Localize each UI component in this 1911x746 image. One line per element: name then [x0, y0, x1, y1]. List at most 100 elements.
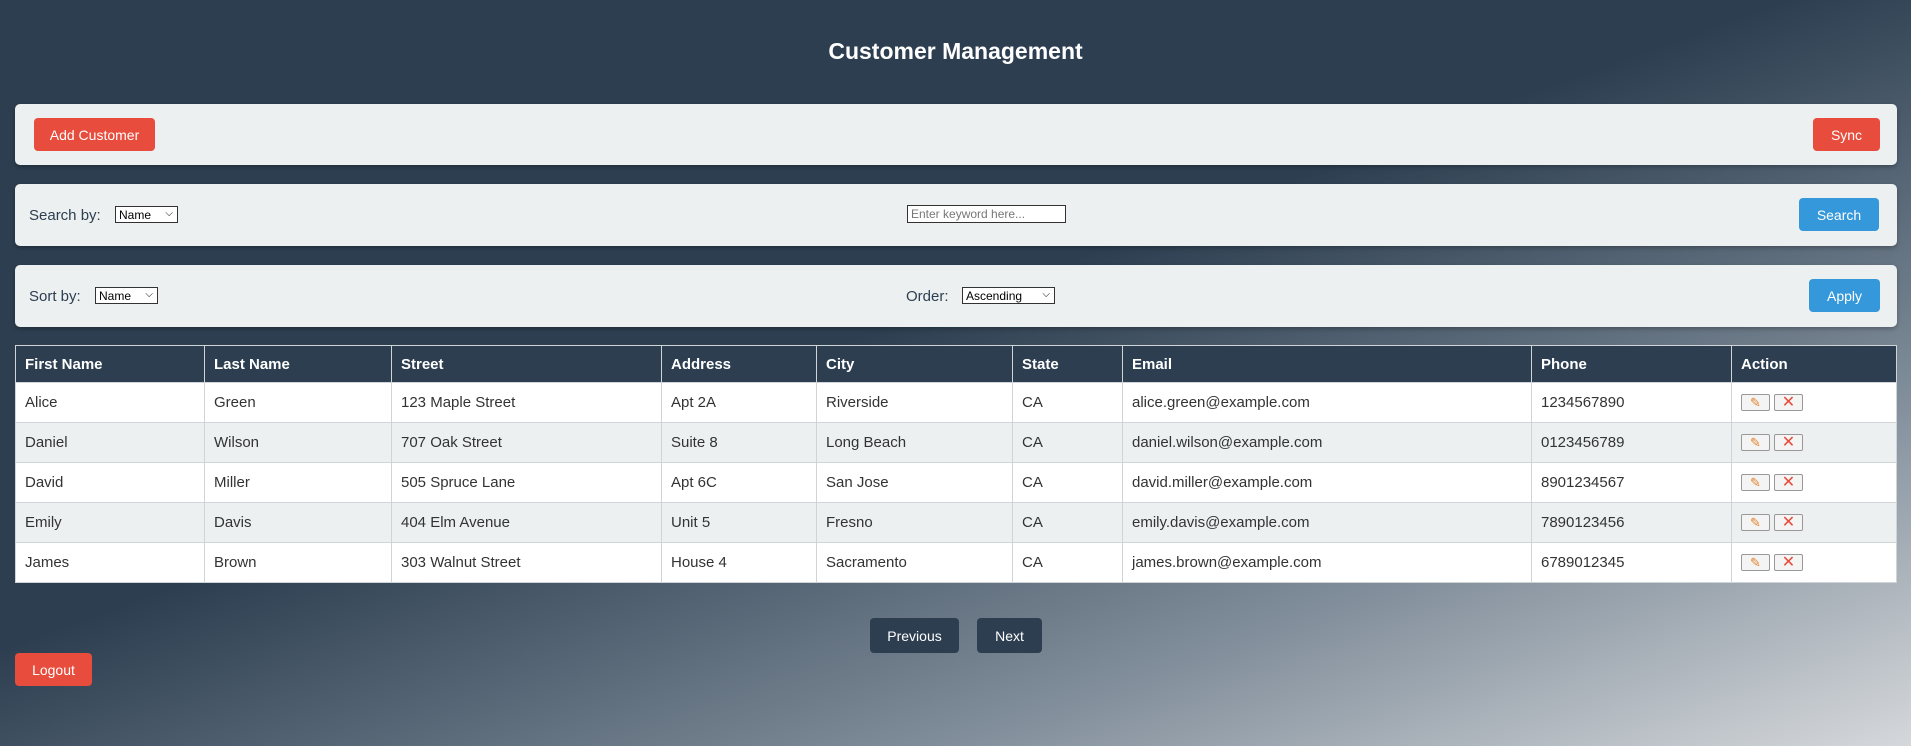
order-value: Ascending — [966, 288, 1023, 303]
pencil-icon: ✎ — [1750, 515, 1761, 531]
edit-button[interactable]: ✎ — [1741, 394, 1770, 412]
cell-last-name: Miller — [204, 462, 392, 503]
pencil-icon: ✎ — [1750, 475, 1761, 491]
col-header-email[interactable]: Email — [1122, 345, 1532, 383]
cell-email: daniel.wilson@example.com — [1122, 422, 1532, 463]
cell-last-name: Brown — [204, 542, 392, 583]
search-by-label: Search by: — [29, 207, 101, 224]
cell-first-name: David — [15, 462, 205, 503]
delete-button[interactable]: ✕ — [1774, 474, 1803, 492]
table-row: James Brown 303 Walnut Street House 4 Sa… — [15, 542, 1897, 583]
cell-email: emily.davis@example.com — [1122, 502, 1532, 543]
cell-email: david.miller@example.com — [1122, 462, 1532, 503]
cell-address: Unit 5 — [661, 502, 817, 543]
cell-first-name: Daniel — [15, 422, 205, 463]
cell-action: ✎ ✕ — [1731, 542, 1897, 583]
cell-last-name: Davis — [204, 502, 392, 543]
cell-action: ✎ ✕ — [1731, 502, 1897, 543]
cell-state: CA — [1012, 502, 1123, 543]
col-header-address[interactable]: Address — [661, 345, 817, 383]
cell-street: 707 Oak Street — [391, 422, 662, 463]
cell-address: Apt 2A — [661, 382, 817, 423]
table-row: Daniel Wilson 707 Oak Street Suite 8 Lon… — [15, 422, 1897, 463]
sync-button[interactable]: Sync — [1813, 118, 1880, 151]
cell-street: 404 Elm Avenue — [391, 502, 662, 543]
cell-last-name: Green — [204, 382, 392, 423]
close-icon: ✕ — [1781, 513, 1796, 531]
cell-phone: 1234567890 — [1531, 382, 1732, 423]
cell-phone: 8901234567 — [1531, 462, 1732, 503]
col-header-phone[interactable]: Phone — [1531, 345, 1732, 383]
cell-street: 505 Spruce Lane — [391, 462, 662, 503]
logout-button[interactable]: Logout — [15, 653, 92, 686]
cell-city: Fresno — [816, 502, 1013, 543]
cell-street: 303 Walnut Street — [391, 542, 662, 583]
cell-email: alice.green@example.com — [1122, 382, 1532, 423]
cell-action: ✎ ✕ — [1731, 382, 1897, 423]
cell-city: Riverside — [816, 382, 1013, 423]
cell-first-name: James — [15, 542, 205, 583]
col-header-first-name[interactable]: First Name — [15, 345, 205, 383]
cell-street: 123 Maple Street — [391, 382, 662, 423]
cell-phone: 6789012345 — [1531, 542, 1732, 583]
delete-button[interactable]: ✕ — [1774, 513, 1803, 532]
cell-phone: 0123456789 — [1531, 422, 1732, 463]
col-header-street[interactable]: Street — [391, 345, 662, 383]
cell-last-name: Wilson — [204, 422, 392, 463]
pencil-icon: ✎ — [1750, 555, 1761, 571]
close-icon: ✕ — [1781, 433, 1796, 451]
previous-page-button[interactable]: Previous — [870, 618, 959, 653]
cell-state: CA — [1012, 462, 1123, 503]
cell-action: ✎ ✕ — [1731, 462, 1897, 503]
table-row: Emily Davis 404 Elm Avenue Unit 5 Fresno… — [15, 502, 1897, 543]
edit-button[interactable]: ✎ — [1741, 474, 1770, 492]
search-field-select[interactable]: Name ⌵ — [115, 206, 178, 223]
edit-button[interactable]: ✎ — [1741, 554, 1770, 572]
col-header-city[interactable]: City — [816, 345, 1013, 383]
apply-button[interactable]: Apply — [1809, 279, 1880, 312]
search-button[interactable]: Search — [1799, 198, 1879, 231]
pencil-icon: ✎ — [1750, 435, 1761, 451]
order-label: Order: — [906, 288, 949, 305]
delete-button[interactable]: ✕ — [1774, 393, 1803, 412]
cell-state: CA — [1012, 542, 1123, 583]
cell-phone: 7890123456 — [1531, 502, 1732, 543]
chevron-down-icon: ⌵ — [165, 208, 173, 219]
cell-city: Long Beach — [816, 422, 1013, 463]
table-header-row: First Name Last Name Street Address City… — [15, 345, 1897, 383]
chevron-down-icon: ⌵ — [1042, 289, 1050, 300]
sort-field-select[interactable]: Name ⌵ — [95, 287, 158, 304]
order-select[interactable]: Ascending ⌵ — [962, 287, 1055, 304]
col-header-last-name[interactable]: Last Name — [204, 345, 392, 383]
search-input[interactable]: Enter keyword here... — [907, 205, 1066, 223]
cell-address: Apt 6C — [661, 462, 817, 503]
col-header-state[interactable]: State — [1012, 345, 1123, 383]
edit-button[interactable]: ✎ — [1741, 434, 1770, 452]
delete-button[interactable]: ✕ — [1774, 433, 1803, 452]
table-row: David Miller 505 Spruce Lane Apt 6C San … — [15, 462, 1897, 503]
sort-by-label: Sort by: — [29, 288, 81, 305]
next-page-button[interactable]: Next — [977, 618, 1042, 653]
add-customer-button[interactable]: Add Customer — [34, 118, 155, 151]
cell-city: San Jose — [816, 462, 1013, 503]
edit-button[interactable]: ✎ — [1741, 514, 1770, 532]
chevron-down-icon: ⌵ — [145, 289, 153, 300]
close-icon: ✕ — [1781, 553, 1796, 571]
cell-address: House 4 — [661, 542, 817, 583]
search-bar: Search by: Name ⌵ Enter keyword here... … — [15, 184, 1897, 246]
cell-state: CA — [1012, 422, 1123, 463]
delete-button[interactable]: ✕ — [1774, 553, 1803, 572]
cell-address: Suite 8 — [661, 422, 817, 463]
table-row: Alice Green 123 Maple Street Apt 2A Rive… — [15, 382, 1897, 423]
cell-city: Sacramento — [816, 542, 1013, 583]
page-title: Customer Management — [828, 38, 1083, 64]
pencil-icon: ✎ — [1750, 395, 1761, 411]
search-field-value: Name — [119, 207, 152, 222]
sort-field-value: Name — [99, 288, 132, 303]
cell-state: CA — [1012, 382, 1123, 423]
cell-email: james.brown@example.com — [1122, 542, 1532, 583]
close-icon: ✕ — [1781, 393, 1796, 411]
cell-first-name: Emily — [15, 502, 205, 543]
actions-bar: Add Customer Sync — [15, 104, 1897, 165]
col-header-action: Action — [1731, 345, 1897, 383]
